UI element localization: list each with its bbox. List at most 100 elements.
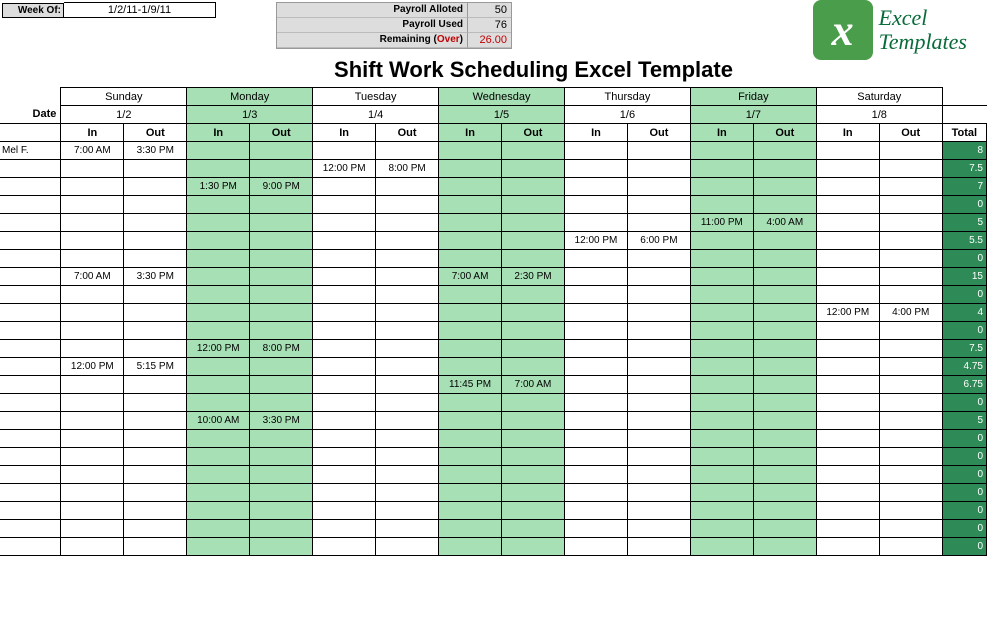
time-cell[interactable] <box>250 394 313 412</box>
time-cell[interactable] <box>376 448 439 466</box>
time-cell[interactable] <box>124 196 187 214</box>
time-cell[interactable] <box>690 520 753 538</box>
time-cell[interactable] <box>61 322 124 340</box>
time-cell[interactable] <box>627 358 690 376</box>
time-cell[interactable] <box>439 340 502 358</box>
time-cell[interactable] <box>627 142 690 160</box>
time-cell[interactable] <box>313 466 376 484</box>
time-cell[interactable] <box>61 232 124 250</box>
time-cell[interactable] <box>627 304 690 322</box>
time-cell[interactable] <box>753 286 816 304</box>
time-cell[interactable] <box>439 412 502 430</box>
time-cell[interactable] <box>690 448 753 466</box>
time-cell[interactable] <box>690 196 753 214</box>
time-cell[interactable] <box>627 196 690 214</box>
time-cell[interactable] <box>502 538 565 556</box>
employee-name[interactable] <box>0 412 61 430</box>
time-cell[interactable] <box>690 322 753 340</box>
time-cell[interactable] <box>313 520 376 538</box>
time-cell[interactable] <box>753 196 816 214</box>
time-cell[interactable] <box>564 412 627 430</box>
time-cell[interactable] <box>502 322 565 340</box>
time-cell[interactable] <box>753 358 816 376</box>
time-cell[interactable]: 3:30 PM <box>250 412 313 430</box>
time-cell[interactable] <box>879 268 942 286</box>
time-cell[interactable] <box>753 448 816 466</box>
time-cell[interactable] <box>627 520 690 538</box>
time-cell[interactable] <box>564 520 627 538</box>
time-cell[interactable] <box>690 430 753 448</box>
time-cell[interactable] <box>376 412 439 430</box>
time-cell[interactable] <box>690 466 753 484</box>
time-cell[interactable] <box>376 250 439 268</box>
employee-name[interactable] <box>0 484 61 502</box>
time-cell[interactable] <box>816 376 879 394</box>
time-cell[interactable] <box>879 412 942 430</box>
time-cell[interactable] <box>61 160 124 178</box>
time-cell[interactable]: 2:30 PM <box>502 268 565 286</box>
time-cell[interactable]: 12:00 PM <box>61 358 124 376</box>
time-cell[interactable] <box>627 250 690 268</box>
time-cell[interactable] <box>376 214 439 232</box>
time-cell[interactable] <box>61 430 124 448</box>
time-cell[interactable] <box>124 214 187 232</box>
time-cell[interactable] <box>564 376 627 394</box>
time-cell[interactable]: 8:00 PM <box>376 160 439 178</box>
time-cell[interactable] <box>564 142 627 160</box>
time-cell[interactable] <box>502 250 565 268</box>
time-cell[interactable] <box>61 286 124 304</box>
time-cell[interactable] <box>313 196 376 214</box>
time-cell[interactable] <box>439 448 502 466</box>
time-cell[interactable] <box>250 376 313 394</box>
employee-name[interactable]: Mel F. <box>0 142 61 160</box>
time-cell[interactable] <box>250 142 313 160</box>
time-cell[interactable] <box>250 520 313 538</box>
time-cell[interactable] <box>816 322 879 340</box>
time-cell[interactable]: 6:00 PM <box>627 232 690 250</box>
time-cell[interactable] <box>627 502 690 520</box>
time-cell[interactable] <box>816 484 879 502</box>
date-value[interactable]: 1/2 <box>61 106 187 124</box>
time-cell[interactable] <box>187 520 250 538</box>
time-cell[interactable]: 12:00 PM <box>187 340 250 358</box>
time-cell[interactable] <box>124 340 187 358</box>
time-cell[interactable] <box>564 286 627 304</box>
time-cell[interactable] <box>61 214 124 232</box>
time-cell[interactable] <box>627 160 690 178</box>
employee-name[interactable] <box>0 178 61 196</box>
time-cell[interactable] <box>376 340 439 358</box>
time-cell[interactable] <box>439 232 502 250</box>
time-cell[interactable] <box>439 142 502 160</box>
time-cell[interactable] <box>124 160 187 178</box>
time-cell[interactable] <box>879 430 942 448</box>
time-cell[interactable] <box>816 178 879 196</box>
time-cell[interactable] <box>753 466 816 484</box>
time-cell[interactable] <box>187 394 250 412</box>
time-cell[interactable] <box>816 250 879 268</box>
time-cell[interactable] <box>439 484 502 502</box>
time-cell[interactable] <box>690 268 753 286</box>
time-cell[interactable] <box>879 142 942 160</box>
time-cell[interactable] <box>124 484 187 502</box>
time-cell[interactable] <box>879 250 942 268</box>
time-cell[interactable] <box>502 196 565 214</box>
time-cell[interactable] <box>376 268 439 286</box>
time-cell[interactable] <box>690 160 753 178</box>
time-cell[interactable] <box>187 250 250 268</box>
time-cell[interactable] <box>879 376 942 394</box>
employee-name[interactable] <box>0 466 61 484</box>
time-cell[interactable] <box>439 466 502 484</box>
time-cell[interactable] <box>753 484 816 502</box>
time-cell[interactable] <box>124 322 187 340</box>
time-cell[interactable] <box>313 430 376 448</box>
time-cell[interactable] <box>816 520 879 538</box>
time-cell[interactable] <box>313 340 376 358</box>
time-cell[interactable] <box>439 178 502 196</box>
time-cell[interactable] <box>816 430 879 448</box>
time-cell[interactable] <box>313 250 376 268</box>
date-value[interactable]: 1/7 <box>690 106 816 124</box>
time-cell[interactable] <box>879 340 942 358</box>
time-cell[interactable] <box>502 484 565 502</box>
time-cell[interactable] <box>61 520 124 538</box>
time-cell[interactable] <box>564 178 627 196</box>
